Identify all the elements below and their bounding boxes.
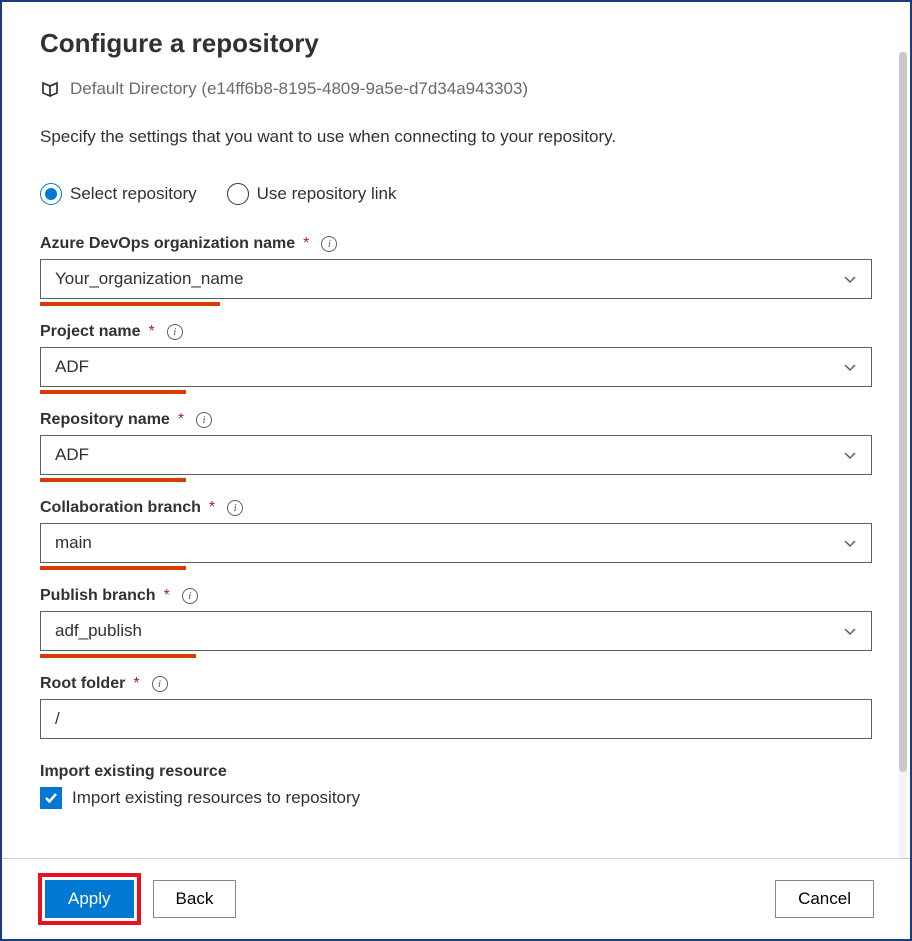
org-dropdown[interactable]: Your_organization_name: [40, 259, 872, 299]
import-checkbox[interactable]: [40, 787, 62, 809]
radio-use-link[interactable]: Use repository link: [227, 183, 397, 205]
field-label: Publish branch: [40, 587, 156, 605]
highlight-underline: [40, 654, 196, 658]
chevron-down-icon: [843, 360, 857, 374]
checkbox-label: Import existing resources to repository: [72, 788, 360, 808]
required-mark: *: [164, 587, 170, 605]
cancel-button[interactable]: Cancel: [775, 880, 874, 918]
root-folder-input[interactable]: [40, 699, 872, 739]
dropdown-value: adf_publish: [55, 621, 142, 641]
field-publish: Publish branch * i adf_publish: [40, 587, 872, 651]
dropdown-value: ADF: [55, 445, 89, 465]
dropdown-value: ADF: [55, 357, 89, 377]
field-org: Azure DevOps organization name * i Your_…: [40, 235, 872, 299]
field-label: Root folder: [40, 675, 125, 693]
apply-highlight-box: Apply: [38, 873, 141, 925]
highlight-underline: [40, 566, 186, 570]
dropdown-value: main: [55, 533, 92, 553]
directory-icon: [40, 79, 60, 99]
required-mark: *: [209, 499, 215, 517]
field-label: Azure DevOps organization name: [40, 235, 295, 253]
radio-icon: [227, 183, 249, 205]
field-collab: Collaboration branch * i main: [40, 499, 872, 563]
required-mark: *: [178, 411, 184, 429]
radio-label: Use repository link: [257, 184, 397, 204]
info-icon[interactable]: i: [182, 588, 198, 604]
field-repo: Repository name * i ADF: [40, 411, 872, 475]
import-checkbox-row: Import existing resources to repository: [40, 787, 872, 809]
project-dropdown[interactable]: ADF: [40, 347, 872, 387]
field-project: Project name * i ADF: [40, 323, 872, 387]
field-label: Project name: [40, 323, 140, 341]
chevron-down-icon: [843, 536, 857, 550]
chevron-down-icon: [843, 624, 857, 638]
import-heading: Import existing resource: [40, 763, 872, 781]
chevron-down-icon: [843, 272, 857, 286]
repo-dropdown[interactable]: ADF: [40, 435, 872, 475]
footer: Apply Back Cancel: [2, 858, 910, 939]
radio-icon: [40, 183, 62, 205]
highlight-underline: [40, 478, 186, 482]
directory-row: Default Directory (e14ff6b8-8195-4809-9a…: [40, 79, 872, 99]
apply-button[interactable]: Apply: [45, 880, 134, 918]
required-mark: *: [303, 235, 309, 253]
highlight-underline: [40, 390, 186, 394]
highlight-underline: [40, 302, 220, 306]
radio-label: Select repository: [70, 184, 197, 204]
chevron-down-icon: [843, 448, 857, 462]
field-root: Root folder * i: [40, 675, 872, 739]
collab-dropdown[interactable]: main: [40, 523, 872, 563]
instruction-text: Specify the settings that you want to us…: [40, 127, 872, 147]
radio-group: Select repository Use repository link: [40, 183, 872, 205]
publish-dropdown[interactable]: adf_publish: [40, 611, 872, 651]
info-icon[interactable]: i: [321, 236, 337, 252]
info-icon[interactable]: i: [196, 412, 212, 428]
directory-text: Default Directory (e14ff6b8-8195-4809-9a…: [70, 79, 528, 99]
field-label: Repository name: [40, 411, 170, 429]
info-icon[interactable]: i: [227, 500, 243, 516]
dropdown-value: Your_organization_name: [55, 269, 243, 289]
page-title: Configure a repository: [40, 28, 872, 59]
field-label: Collaboration branch: [40, 499, 201, 517]
info-icon[interactable]: i: [152, 676, 168, 692]
info-icon[interactable]: i: [167, 324, 183, 340]
required-mark: *: [148, 323, 154, 341]
scrollbar-thumb[interactable]: [899, 52, 907, 772]
back-button[interactable]: Back: [153, 880, 237, 918]
radio-select-repository[interactable]: Select repository: [40, 183, 197, 205]
required-mark: *: [133, 675, 139, 693]
